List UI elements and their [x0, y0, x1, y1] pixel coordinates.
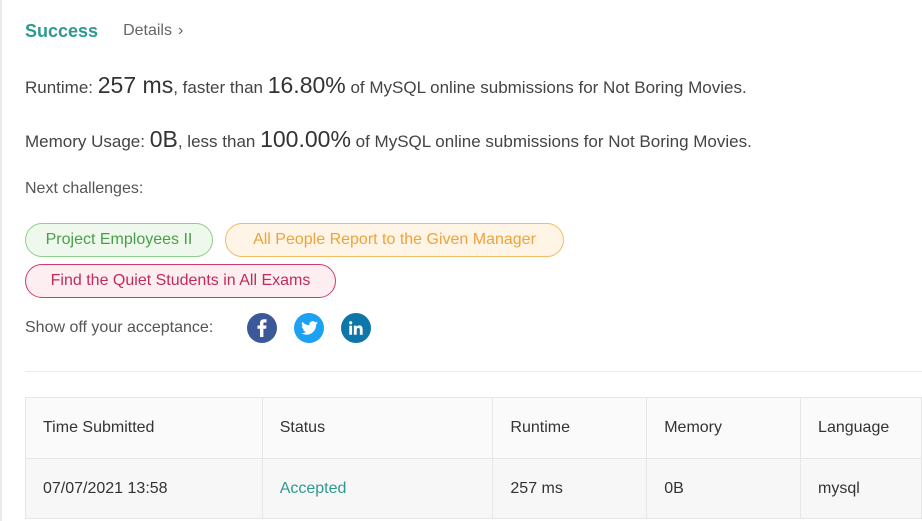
submissions-table: Time Submitted Status Runtime Memory Lan…	[25, 397, 922, 519]
next-challenges-label: Next challenges:	[25, 180, 144, 197]
submission-result-panel: Success Details › Runtime: 257 ms, faste…	[25, 0, 922, 521]
cell-runtime: 257 ms	[492, 458, 648, 519]
column-header-memory[interactable]: Memory	[646, 397, 802, 459]
twitter-icon[interactable]	[294, 313, 325, 343]
runtime-value: 257 ms	[97, 72, 174, 98]
column-header-language[interactable]: Language	[800, 397, 922, 459]
column-header-runtime[interactable]: Runtime	[492, 397, 648, 459]
details-link[interactable]: Details ›	[123, 22, 183, 40]
cell-status-accepted[interactable]: Accepted	[261, 458, 494, 519]
challenge-tag-project-employees-ii[interactable]: Project Employees II	[25, 223, 213, 257]
cell-language: mysql	[800, 458, 922, 519]
memory-label: Memory Usage:	[25, 132, 145, 151]
divider	[25, 371, 922, 372]
runtime-label: Runtime:	[25, 78, 94, 97]
runtime-stat: Runtime: 257 ms, faster than 16.80% of M…	[25, 72, 747, 99]
memory-less-text: , less than	[177, 132, 256, 151]
linkedin-icon[interactable]	[341, 313, 372, 343]
runtime-percent: 16.80%	[267, 72, 346, 98]
column-header-time-submitted[interactable]: Time Submitted	[25, 397, 263, 459]
status-success: Success	[25, 20, 99, 41]
column-header-status[interactable]: Status	[261, 397, 494, 459]
facebook-icon[interactable]	[247, 313, 278, 343]
runtime-faster-text: , faster than	[173, 78, 263, 97]
memory-suffix: of MySQL online submissions for Not Bori…	[355, 132, 752, 151]
cell-time-submitted: 07/07/2021 13:58	[25, 458, 263, 519]
result-header: Success Details ›	[25, 19, 183, 43]
cell-memory: 0B	[646, 458, 802, 519]
memory-stat: Memory Usage: 0B, less than 100.00% of M…	[25, 126, 752, 153]
chevron-right-icon: ›	[177, 22, 184, 39]
runtime-suffix: of MySQL online submissions for Not Bori…	[350, 78, 747, 97]
challenge-tag-find-quiet-students[interactable]: Find the Quiet Students in All Exams	[25, 264, 336, 298]
memory-value: 0B	[149, 126, 178, 152]
left-border	[0, 0, 2, 521]
table-header-row: Time Submitted Status Runtime Memory Lan…	[25, 397, 922, 459]
challenge-tag-all-people-report[interactable]: All People Report to the Given Manager	[225, 223, 564, 257]
share-row: Show off your acceptance:	[25, 313, 372, 343]
share-label: Show off your acceptance:	[25, 319, 214, 336]
details-label: Details	[123, 22, 172, 39]
memory-percent: 100.00%	[260, 126, 351, 152]
table-row: 07/07/2021 13:58 Accepted 257 ms 0B mysq…	[25, 458, 922, 519]
